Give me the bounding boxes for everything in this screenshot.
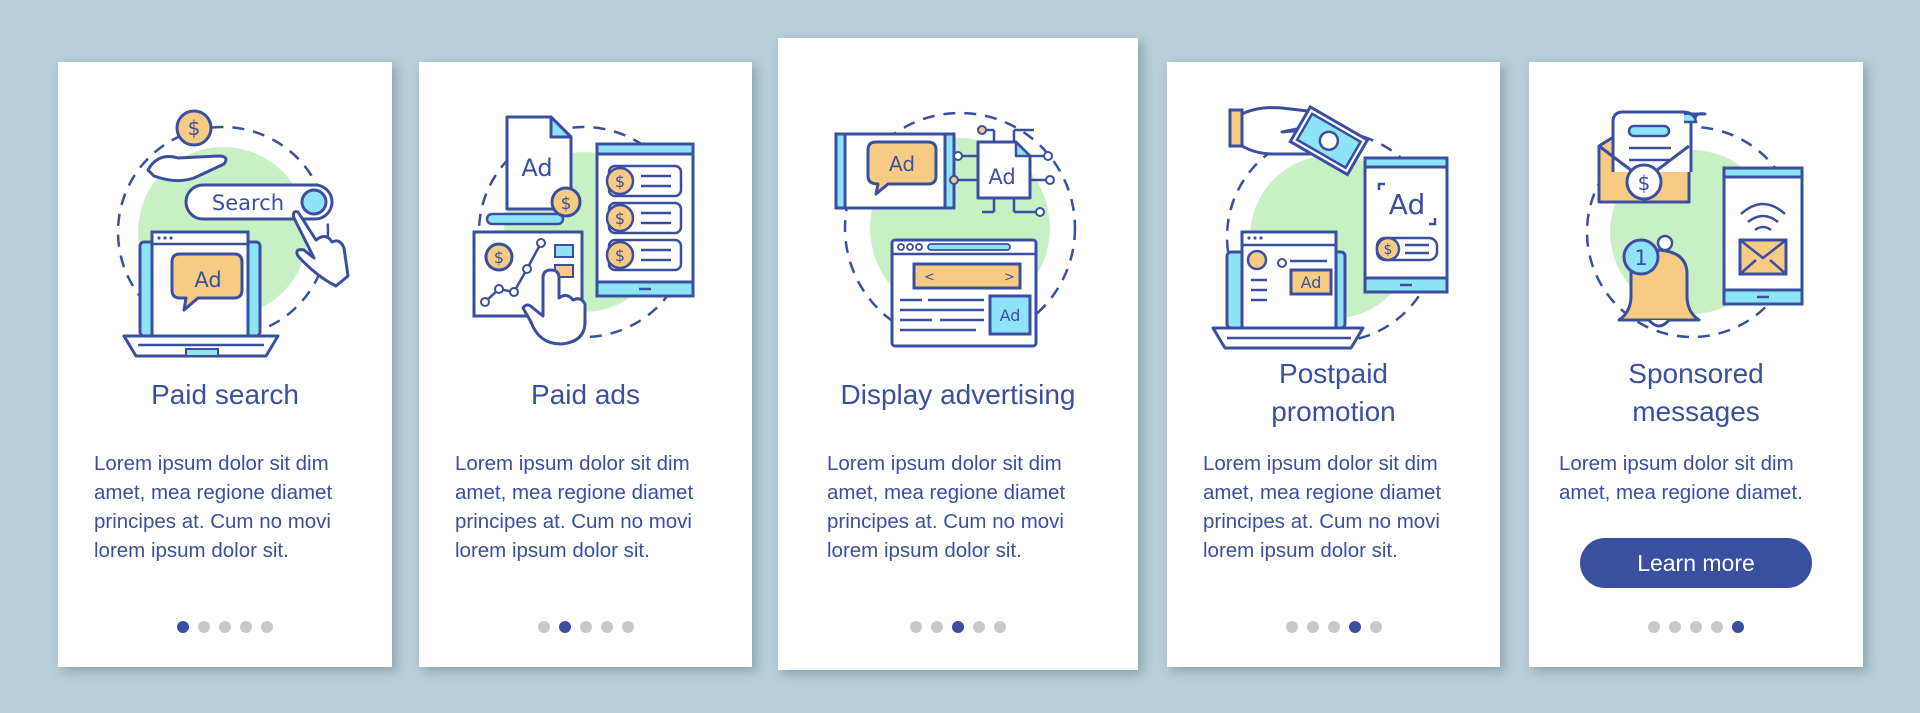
svg-text:Ad: Ad: [521, 154, 552, 182]
tablet-icon: $ $ $: [595, 142, 695, 298]
pagination-dots: [1167, 621, 1500, 633]
dollar-coin-icon: $: [175, 109, 213, 147]
envelope-invoice-icon: $: [1597, 110, 1707, 204]
card-description: Lorem ipsum dolor sit dim amet, mea regi…: [1559, 452, 1803, 504]
search-bar-icon: Search: [184, 183, 334, 221]
pointing-hand-icon: [292, 210, 350, 288]
page-dot-4[interactable]: [600, 621, 613, 633]
page-dot-1[interactable]: [1648, 621, 1660, 633]
sponsored-messages-illustration: $ 1: [1529, 62, 1863, 362]
page-dot-5[interactable]: [621, 621, 634, 633]
onboarding-card-postpaid-promotion: Ad Ad $ Postpaid promotion Lorem ipsum d…: [1167, 62, 1500, 667]
phone-message-icon: [1722, 166, 1804, 306]
page-dot-5[interactable]: [1369, 621, 1382, 633]
page-dot-5[interactable]: [1732, 621, 1744, 633]
svg-text:$: $: [615, 209, 625, 228]
svg-text:Ad: Ad: [1000, 306, 1021, 325]
page-dot-1[interactable]: [910, 621, 922, 633]
page-dot-2[interactable]: [558, 621, 571, 633]
card-description: Lorem ipsum dolor sit dim amet, mea regi…: [94, 452, 333, 562]
svg-text:$: $: [1384, 242, 1393, 258]
page-dot-1[interactable]: [177, 621, 189, 633]
svg-text:$: $: [494, 248, 504, 267]
page-dot-4[interactable]: [1711, 621, 1723, 633]
page-dot-1[interactable]: [537, 621, 550, 633]
svg-text:$: $: [615, 172, 625, 191]
page-dot-3[interactable]: [579, 621, 592, 633]
card-title: Sponsored messages: [1628, 358, 1764, 427]
svg-text:Ad: Ad: [1301, 273, 1322, 292]
svg-text:$: $: [615, 246, 625, 265]
page-dot-3[interactable]: [219, 621, 231, 633]
paid-ads-illustration: Ad $ $ $ $ $: [419, 62, 752, 362]
page-dot-3[interactable]: [1690, 621, 1702, 633]
paid-search-illustration: $ Search Ad: [58, 62, 392, 362]
card-description: Lorem ipsum dolor sit dim amet, mea regi…: [455, 452, 694, 562]
card-description: Lorem ipsum dolor sit dim amet, mea regi…: [1203, 452, 1442, 562]
page-dot-2[interactable]: [1306, 621, 1319, 633]
svg-text:Ad: Ad: [988, 165, 1015, 189]
page-dot-3[interactable]: [1327, 621, 1340, 633]
card-description: Lorem ipsum dolor sit dim amet, mea regi…: [827, 452, 1066, 562]
browser-window-icon: < > Ad: [890, 238, 1038, 348]
tablet-icon: Ad $: [1363, 156, 1449, 294]
page-dot-5[interactable]: [261, 621, 273, 633]
page-dot-4[interactable]: [240, 621, 252, 633]
svg-text:>: >: [1004, 270, 1015, 285]
page-dot-2[interactable]: [198, 621, 210, 633]
svg-text:<: <: [924, 270, 935, 285]
svg-text:Ad: Ad: [1389, 188, 1425, 221]
page-dot-2[interactable]: [931, 621, 943, 633]
display-advertising-illustration: Ad Ad < > Ad: [778, 38, 1138, 358]
page-dot-1[interactable]: [1285, 621, 1298, 633]
pagination-dots: [58, 621, 392, 633]
onboarding-card-display-advertising: Ad Ad < > Ad Display advertising Lorem i…: [778, 38, 1138, 670]
svg-text:$: $: [561, 194, 572, 214]
svg-text:Ad: Ad: [194, 268, 221, 292]
page-dot-3[interactable]: [952, 621, 964, 633]
postpaid-promotion-illustration: Ad Ad $: [1167, 62, 1500, 362]
page-dot-4[interactable]: [973, 621, 985, 633]
card-title: Paid search: [151, 379, 299, 410]
svg-text:$: $: [188, 116, 201, 140]
page-dot-5[interactable]: [994, 621, 1006, 633]
pagination-dots: [778, 621, 1138, 633]
svg-text:Ad: Ad: [889, 152, 915, 176]
card-title: Paid ads: [531, 379, 640, 410]
phone-landscape-icon: Ad: [834, 132, 956, 210]
onboarding-card-paid-search: $ Search Ad Paid search Lorem ipsum dolo…: [58, 62, 392, 667]
svg-text:1: 1: [1634, 246, 1647, 270]
onboarding-card-sponsored-messages: $ 1 Sponsored messages Lorem ipsum dolor…: [1529, 62, 1863, 667]
pagination-dots: [419, 621, 752, 633]
page-dot-2[interactable]: [1669, 621, 1681, 633]
learn-more-button[interactable]: Learn more: [1580, 538, 1812, 588]
ad-document-icon: Ad $: [485, 115, 582, 226]
page-dot-4[interactable]: [1348, 621, 1361, 633]
pagination-dots: [1529, 621, 1863, 633]
svg-text:Search: Search: [212, 191, 284, 215]
onboarding-card-paid-ads: Ad $ $ $ $ $ Paid ads Lorem ipsum dolor …: [419, 62, 752, 667]
svg-text:$: $: [1638, 171, 1651, 195]
card-title: Display advertising: [840, 379, 1076, 410]
card-title: Postpaid promotion: [1271, 358, 1396, 427]
